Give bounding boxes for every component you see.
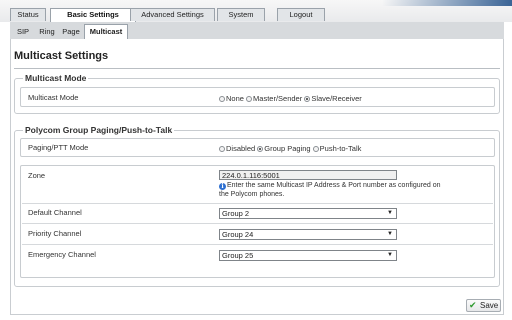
save-label: Save — [480, 301, 499, 310]
radio-group-paging[interactable]: Group Paging — [257, 143, 311, 153]
paging-settings-box: Zone 224.0.1.116:5001 i Enter the same Mu… — [20, 165, 495, 278]
radio-none-label: None — [226, 93, 244, 103]
save-button[interactable]: ✔ Save — [466, 299, 501, 312]
radio-master-sender[interactable]: Master/Sender — [246, 94, 302, 103]
sub-tabs: SIP Ring Page Multicast — [10, 22, 504, 40]
subtab-multicast[interactable]: Multicast — [84, 24, 128, 40]
zone-hint: i Enter the same Multicast IP Address & P… — [219, 181, 494, 199]
emergency-channel-select[interactable]: Group 25 ▼ — [219, 250, 397, 261]
row-divider — [22, 203, 493, 204]
zone-label: Zone — [28, 171, 46, 180]
radio-push-to-talk-label: Push-to-Talk — [319, 143, 362, 153]
paging-mode-options: Disabled Group Paging Push-to-Talk — [219, 143, 361, 153]
radio-disabled-label: Disabled — [226, 143, 256, 153]
tab-logout[interactable]: Logout — [277, 8, 325, 21]
radio-circle-icon — [246, 95, 253, 102]
paging-mode-label: Paging/PTT Mode — [28, 143, 89, 152]
subtab-ring[interactable]: Ring — [36, 25, 58, 39]
zone-input[interactable]: 224.0.1.116:5001 — [219, 170, 397, 180]
chevron-down-icon: ▼ — [387, 252, 393, 258]
radio-master-sender-label: Master/Sender — [253, 93, 303, 103]
radio-checked-icon — [304, 95, 311, 102]
paging-mode-row: Paging/PTT Mode Disabled Group Paging Pu… — [20, 138, 495, 157]
radio-circle-icon — [219, 95, 225, 102]
info-icon: i — [219, 183, 226, 190]
row-divider — [22, 244, 493, 245]
settings-panel: Multicast Settings Multicast Mode Multic… — [10, 39, 504, 315]
radio-group-paging-label: Group Paging — [264, 143, 311, 153]
radio-disabled[interactable]: Disabled — [219, 144, 255, 153]
radio-none[interactable]: None — [219, 94, 244, 103]
radio-checked-icon — [257, 145, 264, 152]
default-channel-label: Default Channel — [28, 208, 82, 217]
multicast-mode-row: Multicast Mode None Master/Sender Slave/… — [20, 87, 495, 107]
row-divider — [22, 223, 493, 224]
zone-hint-line-1: Enter the same Multicast IP Address & Po… — [227, 182, 441, 189]
multicast-mode-fieldset: Multicast Mode Multicast Mode None Maste… — [14, 73, 500, 114]
radio-push-to-talk[interactable]: Push-to-Talk — [312, 143, 362, 153]
paging-fieldset: Polycom Group Paging/Push-to-Talk Paging… — [14, 125, 500, 287]
title-divider — [14, 68, 500, 69]
default-channel-value: Group 2 — [222, 209, 250, 218]
multicast-mode-label: Multicast Mode — [28, 93, 79, 102]
page-title: Multicast Settings — [14, 50, 109, 62]
radio-circle-icon — [219, 145, 225, 152]
subtab-sip[interactable]: SIP — [10, 25, 36, 39]
emergency-channel-label: Emergency Channel — [28, 250, 96, 259]
tab-advanced-settings[interactable]: Advanced Settings — [130, 8, 215, 21]
paging-legend: Polycom Group Paging/Push-to-Talk — [23, 125, 175, 135]
priority-channel-label: Priority Channel — [28, 229, 82, 238]
priority-channel-select[interactable]: Group 24 ▼ — [219, 229, 397, 240]
chevron-down-icon: ▼ — [387, 231, 393, 237]
emergency-channel-value: Group 25 — [222, 251, 254, 260]
multicast-mode-legend: Multicast Mode — [23, 73, 89, 83]
default-channel-select[interactable]: Group 2 ▼ — [219, 208, 397, 219]
multicast-mode-options: None Master/Sender Slave/Receiver — [219, 93, 362, 103]
radio-slave-receiver[interactable]: Slave/Receiver — [304, 93, 362, 103]
chevron-down-icon: ▼ — [387, 210, 393, 216]
check-icon: ✔ — [469, 300, 477, 310]
tab-basic-settings[interactable]: Basic Settings — [50, 8, 136, 22]
zone-hint-line-2: the Polycom phones. — [219, 191, 285, 198]
radio-slave-receiver-label: Slave/Receiver — [311, 93, 362, 103]
tab-status[interactable]: Status — [10, 8, 46, 21]
tab-system[interactable]: System — [217, 8, 265, 21]
subtab-page[interactable]: Page — [58, 25, 84, 39]
radio-circle-icon — [312, 145, 319, 152]
header-accent — [382, 0, 512, 6]
priority-channel-value: Group 24 — [222, 230, 254, 239]
